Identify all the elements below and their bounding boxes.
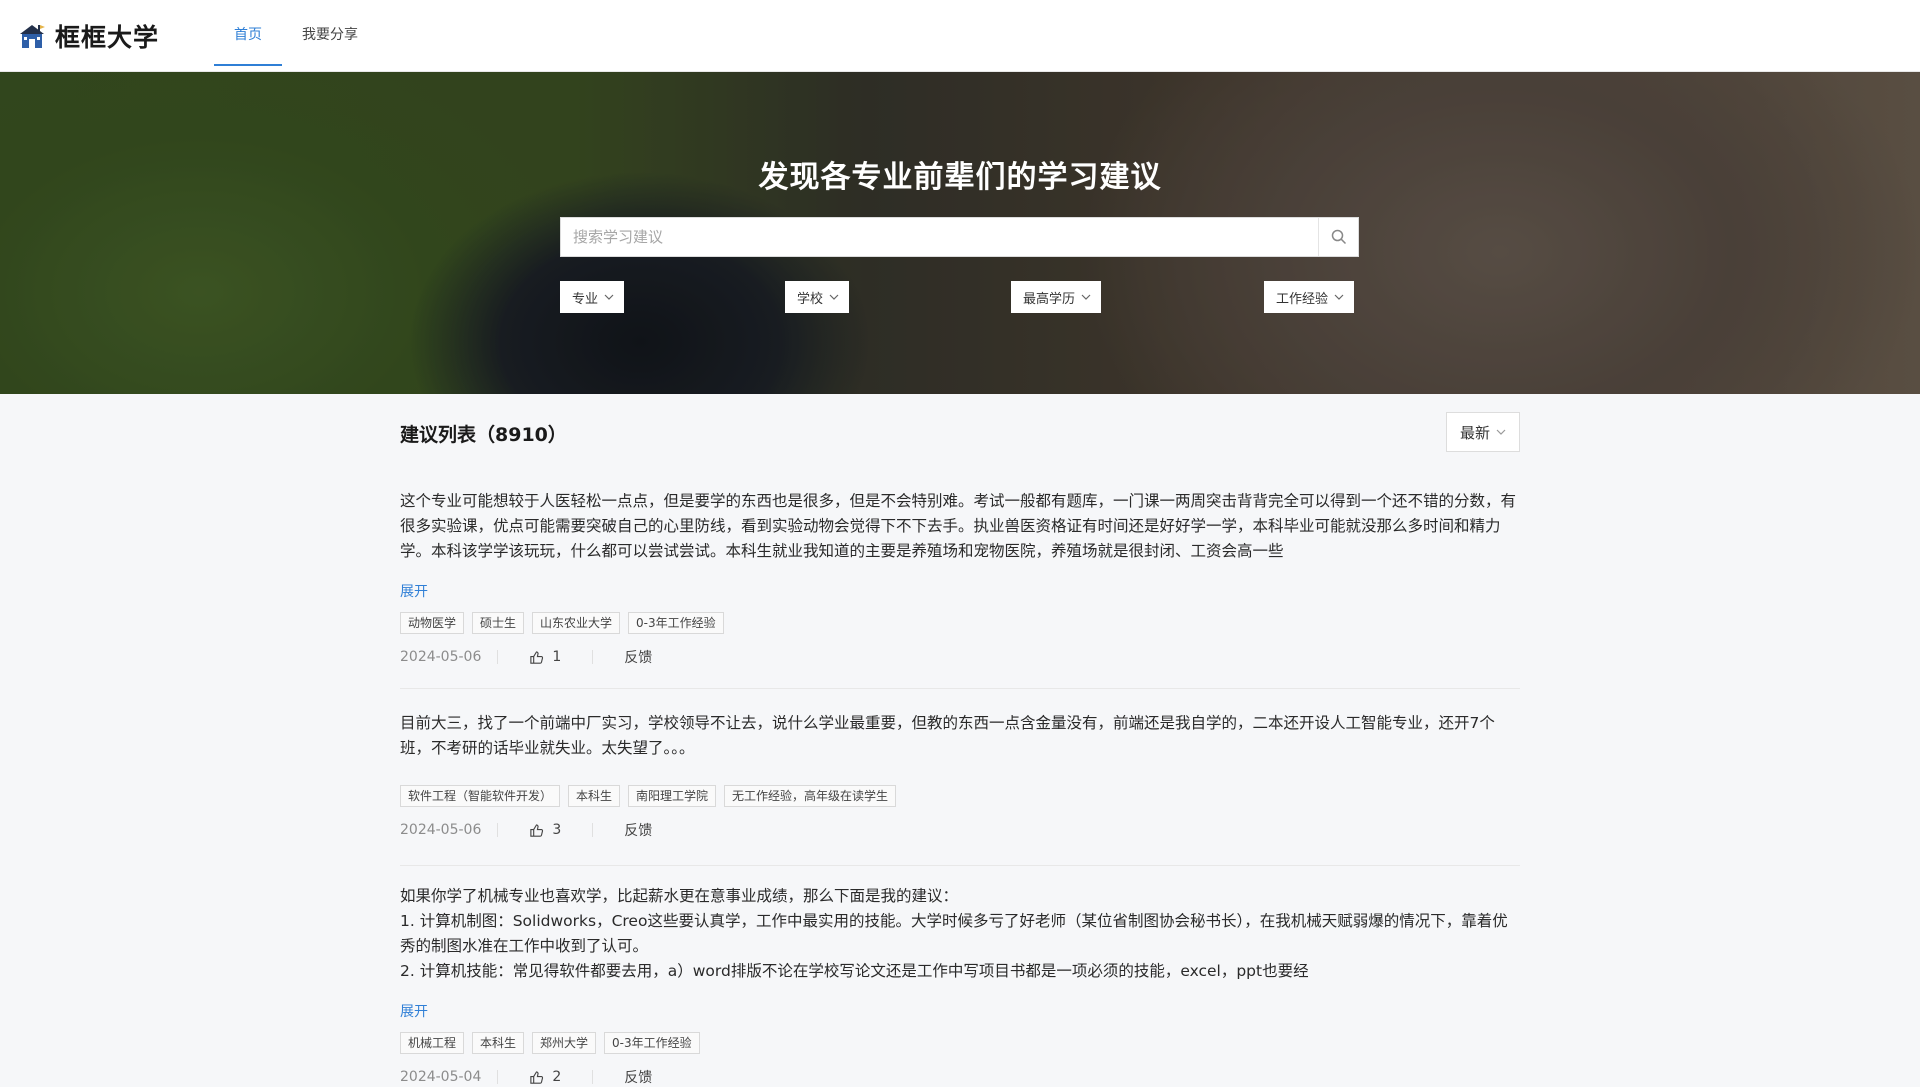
item-meta: 2024-05-06 1 反馈: [400, 647, 1522, 667]
feedback-link[interactable]: 反馈: [624, 647, 652, 667]
chevron-down-icon: [829, 294, 839, 300]
post-date: 2024-05-06: [400, 649, 482, 665]
tag[interactable]: 南阳理工学院: [628, 785, 717, 807]
tag[interactable]: 郑州大学: [532, 1032, 597, 1054]
main-nav: 首页 我要分享: [214, 0, 378, 72]
list-title: 建议列表（8910）: [400, 424, 567, 446]
filter-school[interactable]: 学校: [785, 281, 850, 313]
chevron-down-icon: [1496, 429, 1506, 435]
like-count: 1: [552, 649, 562, 665]
tag-list: 软件工程（智能软件开发） 本科生 南阳理工学院 无工作经验，高年级在读学生: [400, 785, 1522, 807]
like-button[interactable]: 2: [529, 1069, 561, 1085]
filter-experience-label: 工作经验: [1276, 291, 1329, 307]
hero-banner: 发现各专业前辈们的学习建议 专业 学校 最高学历 工作经验: [0, 72, 1920, 394]
advice-item: 如果你学了机械专业也喜欢学，比起薪水更在意事业成绩，那么下面是我的建议： 1. …: [400, 884, 1522, 1087]
advice-item: 目前大三，找了一个前端中厂实习，学校领导不让去，说什么学业最重要，但教的东西一点…: [400, 711, 1522, 840]
tag[interactable]: 无工作经验，高年级在读学生: [724, 785, 897, 807]
advice-item: 这个专业可能想较于人医轻松一点点，但是要学的东西也是很多，但是不会特别难。考试一…: [400, 489, 1522, 667]
thumbs-up-icon: [530, 1070, 544, 1084]
divider: [497, 1070, 499, 1084]
advice-line: 1. 计算机制图：Solidworks，Creo这些要认真学，工作中最实用的技能…: [400, 912, 1508, 955]
nav-share[interactable]: 我要分享: [282, 0, 378, 72]
tag[interactable]: 本科生: [472, 1032, 525, 1054]
post-date: 2024-05-04: [400, 1069, 482, 1085]
advice-line: 2. 计算机技能：常见得软件都要去用，a）word排版不论在学校写论文还是工作中…: [400, 962, 1309, 980]
filter-major[interactable]: 专业: [560, 281, 625, 313]
top-navbar: 框框大学 首页 我要分享: [0, 0, 1920, 72]
tag-list: 机械工程 本科生 郑州大学 0-3年工作经验: [400, 1032, 1522, 1054]
search-button[interactable]: [1318, 218, 1358, 256]
item-meta: 2024-05-06 3 反馈: [400, 820, 1522, 840]
filter-degree-label: 最高学历: [1023, 291, 1076, 307]
advice-text: 这个专业可能想较于人医轻松一点点，但是要学的东西也是很多，但是不会特别难。考试一…: [400, 492, 1517, 560]
divider: [592, 1070, 594, 1084]
advice-text: 如果你学了机械专业也喜欢学，比起薪水更在意事业成绩，那么下面是我的建议： 1. …: [400, 884, 1522, 984]
sort-label: 最新: [1459, 423, 1490, 442]
hero-title: 发现各专业前辈们的学习建议: [758, 160, 1162, 195]
tag[interactable]: 本科生: [568, 785, 621, 807]
feedback-link[interactable]: 反馈: [624, 820, 652, 840]
advice-text: 目前大三，找了一个前端中厂实习，学校领导不让去，说什么学业最重要，但教的东西一点…: [400, 714, 1495, 757]
post-date: 2024-05-06: [400, 822, 482, 838]
feedback-link[interactable]: 反馈: [624, 1067, 652, 1087]
divider: [497, 650, 499, 664]
item-divider: [400, 688, 1520, 689]
tag[interactable]: 硕士生: [472, 612, 525, 634]
logo-text: 框框大学: [55, 23, 160, 52]
search-input[interactable]: [561, 218, 1318, 256]
divider: [592, 650, 594, 664]
sort-select[interactable]: 最新: [1446, 412, 1520, 452]
list-header: 建议列表（8910） 最新: [400, 412, 1520, 454]
filter-school-label: 学校: [797, 291, 824, 307]
tag[interactable]: 动物医学: [400, 612, 465, 634]
nav-home[interactable]: 首页: [214, 0, 282, 72]
item-meta: 2024-05-04 2 反馈: [400, 1067, 1522, 1087]
divider: [592, 823, 594, 837]
tag[interactable]: 山东农业大学: [532, 612, 621, 634]
like-button[interactable]: 1: [529, 649, 561, 665]
filter-degree[interactable]: 最高学历: [1011, 281, 1102, 313]
tag-list: 动物医学 硕士生 山东农业大学 0-3年工作经验: [400, 612, 1522, 634]
thumbs-up-icon: [530, 650, 544, 664]
tag[interactable]: 机械工程: [400, 1032, 465, 1054]
like-button[interactable]: 3: [529, 822, 561, 838]
expand-link[interactable]: 展开: [400, 581, 428, 601]
search-icon: [1331, 229, 1346, 245]
tag[interactable]: 0-3年工作经验: [628, 612, 724, 634]
thumbs-up-icon: [530, 823, 544, 837]
chevron-down-icon: [1081, 294, 1091, 300]
like-count: 3: [552, 822, 562, 838]
search-bar: [560, 217, 1359, 257]
tag[interactable]: 软件工程（智能软件开发）: [400, 785, 561, 807]
filter-major-label: 专业: [572, 291, 599, 307]
item-divider: [400, 865, 1520, 866]
divider: [497, 823, 499, 837]
expand-link[interactable]: 展开: [400, 1001, 428, 1021]
tag[interactable]: 0-3年工作经验: [604, 1032, 700, 1054]
chevron-down-icon: [604, 294, 614, 300]
chevron-down-icon: [1334, 294, 1344, 300]
like-count: 2: [552, 1069, 562, 1085]
school-logo-icon: [20, 25, 45, 48]
logo[interactable]: 框框大学: [17, 20, 159, 52]
filter-experience[interactable]: 工作经验: [1264, 281, 1355, 313]
advice-line: 如果你学了机械专业也喜欢学，比起薪水更在意事业成绩，那么下面是我的建议：: [400, 887, 959, 905]
